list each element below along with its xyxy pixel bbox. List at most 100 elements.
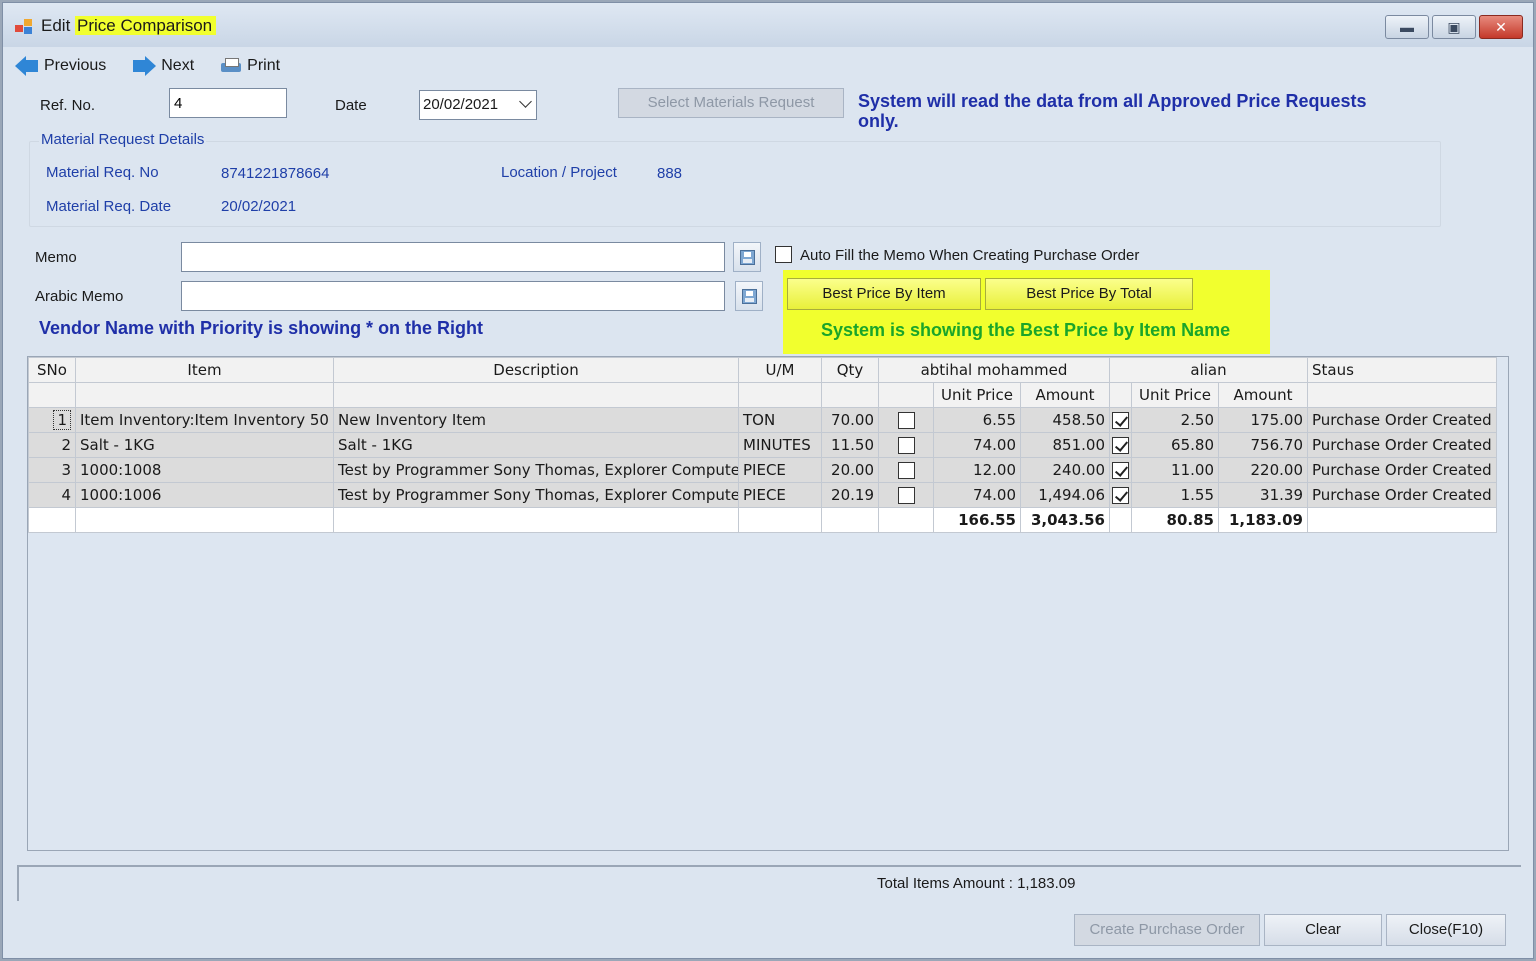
cell-description[interactable]: Test by Programmer Sony Thomas, Explorer… <box>333 457 739 483</box>
cell-v1-unit-price[interactable]: 12.00 <box>933 457 1021 483</box>
cell-um[interactable]: PIECE <box>738 457 822 483</box>
cell-status[interactable]: Purchase Order Created <box>1307 407 1497 433</box>
col-description[interactable]: Description <box>333 357 739 383</box>
cell-description[interactable]: Salt - 1KG <box>333 432 739 458</box>
cell-v1-select[interactable] <box>878 482 934 508</box>
ref-no-input[interactable] <box>169 88 287 118</box>
col-um[interactable]: U/M <box>738 357 822 383</box>
cell-v2-unit-price[interactable]: 2.50 <box>1131 407 1219 433</box>
cell-description[interactable]: New Inventory Item <box>333 407 739 433</box>
vendor-priority-note: Vendor Name with Priority is showing * o… <box>39 318 484 338</box>
total-items-value: 1,183.09 <box>1017 875 1076 892</box>
cell-sno[interactable]: 3 <box>28 457 76 483</box>
maximize-button[interactable]: ▣ <box>1432 15 1476 39</box>
cell-description[interactable]: Test by Programmer Sony Thomas, Explorer… <box>333 482 739 508</box>
cell-v1-select[interactable] <box>878 432 934 458</box>
vendor2-select-checkbox[interactable] <box>1112 462 1129 479</box>
cell-v1-unit-price[interactable]: 74.00 <box>933 432 1021 458</box>
cell-v1-amount[interactable]: 458.50 <box>1020 407 1110 433</box>
total-items-amount: Total Items Amount : 1,183.09 <box>877 875 1075 892</box>
cell-sno[interactable]: 2 <box>28 432 76 458</box>
cell-v1-select[interactable] <box>878 407 934 433</box>
cell-um[interactable]: PIECE <box>738 482 822 508</box>
next-button[interactable]: Next <box>132 53 194 79</box>
previous-button[interactable]: Previous <box>15 53 106 79</box>
vendor1-select-checkbox[interactable] <box>897 487 915 504</box>
cell-item[interactable]: 1000:1006 <box>75 482 334 508</box>
arabic-memo-save-button[interactable] <box>735 281 763 311</box>
cell-status[interactable]: Purchase Order Created <box>1307 482 1497 508</box>
date-picker[interactable]: 20/02/2021 <box>419 90 537 120</box>
vendor2-select-checkbox[interactable] <box>1112 437 1129 454</box>
col-status[interactable]: Staus <box>1307 357 1497 383</box>
col-vendor-alian[interactable]: alian <box>1109 357 1308 383</box>
best-price-by-total-button[interactable]: Best Price By Total <box>985 278 1193 310</box>
col-v2-unit-price[interactable]: Unit Price <box>1131 382 1219 408</box>
cell-qty[interactable]: 20.00 <box>821 457 879 483</box>
col-v1-amount[interactable]: Amount <box>1020 382 1110 408</box>
cell-v1-amount[interactable]: 240.00 <box>1020 457 1110 483</box>
cell-sno[interactable]: 1 <box>28 407 76 433</box>
close-window-button[interactable]: ✕ <box>1479 15 1523 39</box>
cell-status[interactable]: Purchase Order Created <box>1307 457 1497 483</box>
cell-v2-unit-price[interactable]: 11.00 <box>1131 457 1219 483</box>
table-row[interactable]: 4 1000:1006 Test by Programmer Sony Thomas… <box>28 482 1497 508</box>
vendor2-select-checkbox[interactable] <box>1112 487 1129 504</box>
cell-item[interactable]: Salt - 1KG <box>75 432 334 458</box>
cell-v2-amount[interactable]: 220.00 <box>1218 457 1308 483</box>
next-label: Next <box>161 57 195 74</box>
totals-row: 166.55 3,043.56 80.85 1,183.09 <box>28 507 1497 533</box>
vendor1-select-checkbox[interactable] <box>897 462 915 479</box>
cell-v2-amount[interactable]: 31.39 <box>1218 482 1308 508</box>
cell-v1-amount[interactable]: 851.00 <box>1020 432 1110 458</box>
memo-save-button[interactable] <box>733 242 761 272</box>
cell-um[interactable]: MINUTES <box>738 432 822 458</box>
create-purchase-order-button[interactable]: Create Purchase Order <box>1074 914 1260 946</box>
print-button[interactable]: Print <box>220 53 280 79</box>
vendor2-select-checkbox[interactable] <box>1112 412 1129 429</box>
cell-v2-select[interactable] <box>1109 457 1132 483</box>
col-item[interactable]: Item <box>75 357 334 383</box>
cell-v1-amount[interactable]: 1,494.06 <box>1020 482 1110 508</box>
best-price-by-item-button[interactable]: Best Price By Item <box>787 278 981 310</box>
cell-v1-unit-price[interactable]: 6.55 <box>933 407 1021 433</box>
cell-v2-select[interactable] <box>1109 482 1132 508</box>
cell-v2-select[interactable] <box>1109 432 1132 458</box>
arrow-right-icon <box>132 56 157 76</box>
vendor1-select-checkbox[interactable] <box>897 412 915 429</box>
close-button[interactable]: Close(F10) <box>1386 914 1506 946</box>
total-v1-unit-price: 166.55 <box>933 507 1021 533</box>
cell-v2-unit-price[interactable]: 1.55 <box>1131 482 1219 508</box>
select-materials-request-button[interactable]: Select Materials Request <box>618 88 844 118</box>
col-sno[interactable]: SNo <box>28 357 76 383</box>
col-v2-amount[interactable]: Amount <box>1218 382 1308 408</box>
memo-input[interactable] <box>181 242 725 272</box>
cell-um[interactable]: TON <box>738 407 822 433</box>
cell-status[interactable]: Purchase Order Created <box>1307 432 1497 458</box>
cell-sno[interactable]: 4 <box>28 482 76 508</box>
cell-v1-select[interactable] <box>878 457 934 483</box>
minimize-button[interactable]: ▬ <box>1385 15 1429 39</box>
arabic-memo-input[interactable] <box>181 281 725 311</box>
maximize-icon: ▣ <box>1447 19 1461 35</box>
vendor1-select-checkbox[interactable] <box>897 437 915 454</box>
cell-qty[interactable]: 70.00 <box>821 407 879 433</box>
cell-v1-unit-price[interactable]: 74.00 <box>933 482 1021 508</box>
cell-item[interactable]: Item Inventory:Item Inventory 50 <box>75 407 334 433</box>
auto-fill-memo-checkbox[interactable] <box>775 246 792 263</box>
table-row[interactable]: 1 Item Inventory:Item Inventory 50 New Inv… <box>28 407 1497 433</box>
col-qty[interactable]: Qty <box>821 357 879 383</box>
material-req-date-value: 20/02/2021 <box>221 198 297 215</box>
clear-button[interactable]: Clear <box>1264 914 1382 946</box>
table-row[interactable]: 2 Salt - 1KG Salt - 1KG MINUTES 11.50 74.00 85… <box>28 432 1497 458</box>
cell-qty[interactable]: 20.19 <box>821 482 879 508</box>
cell-v2-unit-price[interactable]: 65.80 <box>1131 432 1219 458</box>
col-v1-unit-price[interactable]: Unit Price <box>933 382 1021 408</box>
col-vendor-abtihal[interactable]: abtihal mohammed <box>878 357 1110 383</box>
cell-v2-amount[interactable]: 756.70 <box>1218 432 1308 458</box>
cell-item[interactable]: 1000:1008 <box>75 457 334 483</box>
cell-v2-select[interactable] <box>1109 407 1132 433</box>
cell-v2-amount[interactable]: 175.00 <box>1218 407 1308 433</box>
cell-qty[interactable]: 11.50 <box>821 432 879 458</box>
table-row[interactable]: 3 1000:1008 Test by Programmer Sony Thomas… <box>28 457 1497 483</box>
